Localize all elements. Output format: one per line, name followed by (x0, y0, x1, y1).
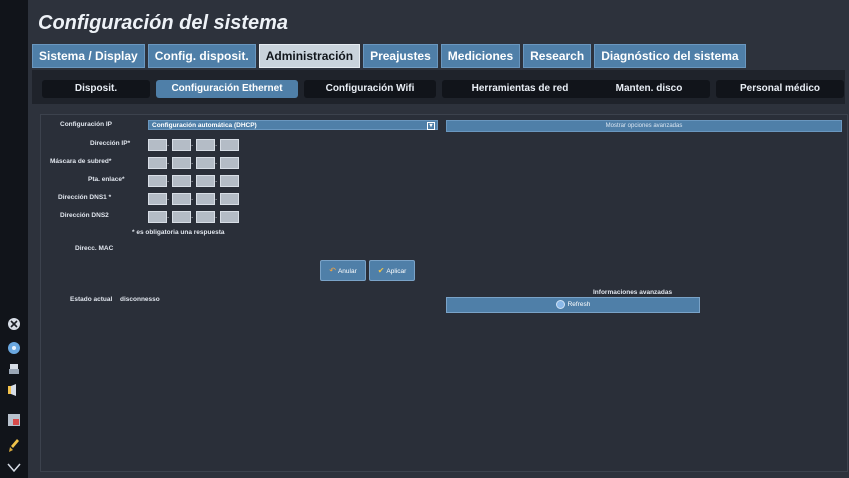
ip-address-octet-2[interactable] (172, 139, 191, 151)
page-title: Configuración del sistema (38, 12, 289, 34)
top-tabs: Sistema / Display Config. disposit. Admi… (32, 44, 749, 68)
ip-dot: . (167, 139, 170, 148)
subnet-octet-4[interactable] (220, 157, 239, 169)
advanced-info-label: Informaciones avanzadas (593, 289, 673, 296)
dns1-octet-3[interactable] (196, 193, 215, 205)
gateway-octet-1[interactable] (148, 175, 167, 187)
apply-button-label: Aplicar (386, 268, 407, 275)
chevron-down-icon[interactable] (6, 460, 22, 476)
ip-config-label: Configuración IP (60, 121, 112, 128)
ip-dot: . (167, 175, 170, 184)
dns1-label: Dirección DNS1 * (58, 194, 112, 201)
checkmark-icon: ✔ (377, 266, 385, 275)
compass-icon[interactable] (6, 340, 22, 356)
ip-config-select[interactable]: Configuración automática (DHCP) ▾ (148, 120, 438, 130)
main-area: Configuración del sistema Sistema / Disp… (28, 0, 849, 478)
tab-diagnostico[interactable]: Diagnóstico del sistema (594, 44, 746, 68)
dns2-octet-3[interactable] (196, 211, 215, 223)
required-note: * es obligatoria una respuesta (132, 229, 225, 236)
subnet-mask-label: Máscara de subred* (50, 158, 112, 165)
close-circle-icon[interactable] (6, 316, 22, 332)
dns1-octet-1[interactable] (148, 193, 167, 205)
chevron-down-icon: ▾ (427, 122, 435, 130)
ip-address-octet-1[interactable] (148, 139, 167, 151)
subtab-personal-medico[interactable]: Personal médico (716, 80, 844, 98)
tab-administracion[interactable]: Administración (258, 44, 361, 68)
tab-preajustes[interactable]: Preajustes (363, 44, 438, 68)
apply-button[interactable]: ✔ Aplicar (369, 260, 415, 281)
dns2-label: Dirección DNS2 (60, 212, 109, 219)
refresh-button-label: Refresh (567, 301, 591, 308)
dns1-octet-2[interactable] (172, 193, 191, 205)
dns1-octet-4[interactable] (220, 193, 239, 205)
ip-dot: . (167, 211, 170, 220)
ip-dot: . (191, 193, 194, 202)
status-value: disconnesso (120, 296, 160, 303)
ip-dot: . (167, 193, 170, 202)
advanced-options-button[interactable]: Mostrar opciones avanzadas (446, 120, 842, 132)
ip-config-value: Configuración automática (DHCP) (152, 122, 257, 129)
volume-icon[interactable] (6, 382, 22, 398)
subtab-configuracion-wifi[interactable]: Configuración Wifi (304, 80, 436, 98)
subnet-octet-2[interactable] (172, 157, 191, 169)
subnet-octet-3[interactable] (196, 157, 215, 169)
cancel-button[interactable]: ↶ Anular (320, 260, 366, 281)
ip-address-octet-4[interactable] (220, 139, 239, 151)
gateway-octet-2[interactable] (172, 175, 191, 187)
dns2-octet-2[interactable] (172, 211, 191, 223)
gateway-octet-4[interactable] (220, 175, 239, 187)
subtab-manten-disco[interactable]: Manten. disco (588, 80, 710, 98)
ip-address-octet-3[interactable] (196, 139, 215, 151)
subnet-octet-1[interactable] (148, 157, 167, 169)
ip-dot: . (215, 175, 218, 184)
ip-dot: . (167, 157, 170, 166)
ip-dot: . (191, 139, 194, 148)
gateway-octet-3[interactable] (196, 175, 215, 187)
subtab-herramientas-red[interactable]: Herramientas de red (442, 80, 598, 98)
tab-research[interactable]: Research (523, 44, 592, 68)
status-label: Estado actual (70, 296, 113, 303)
user-screen-icon[interactable] (6, 412, 22, 428)
ip-dot: . (215, 139, 218, 148)
refresh-icon (555, 299, 565, 309)
tab-sistema-display[interactable]: Sistema / Display (32, 44, 145, 68)
dns2-octet-1[interactable] (148, 211, 167, 223)
ip-address-label: Dirección IP* (90, 140, 131, 147)
left-toolbar (0, 0, 28, 478)
brush-icon[interactable] (6, 438, 22, 454)
ip-dot: . (191, 157, 194, 166)
tab-config-disposit[interactable]: Config. disposit. (147, 44, 256, 68)
tab-mediciones[interactable]: Mediciones (440, 44, 521, 68)
printer-icon[interactable] (6, 362, 22, 378)
ip-dot: . (215, 157, 218, 166)
ip-dot: . (215, 211, 218, 220)
ip-dot: . (215, 193, 218, 202)
mac-address-label: Direcc. MAC (75, 245, 114, 252)
gateway-label: Pta. enlace* (88, 176, 125, 183)
subtab-configuracion-ethernet[interactable]: Configuración Ethernet (156, 80, 298, 98)
subtab-disposit[interactable]: Disposit. (42, 80, 150, 98)
dns2-octet-4[interactable] (220, 211, 239, 223)
ip-dot: . (191, 175, 194, 184)
ip-dot: . (191, 211, 194, 220)
refresh-button[interactable]: Refresh (446, 297, 700, 313)
cancel-button-label: Anular (337, 268, 357, 275)
undo-icon: ↶ (329, 266, 336, 275)
